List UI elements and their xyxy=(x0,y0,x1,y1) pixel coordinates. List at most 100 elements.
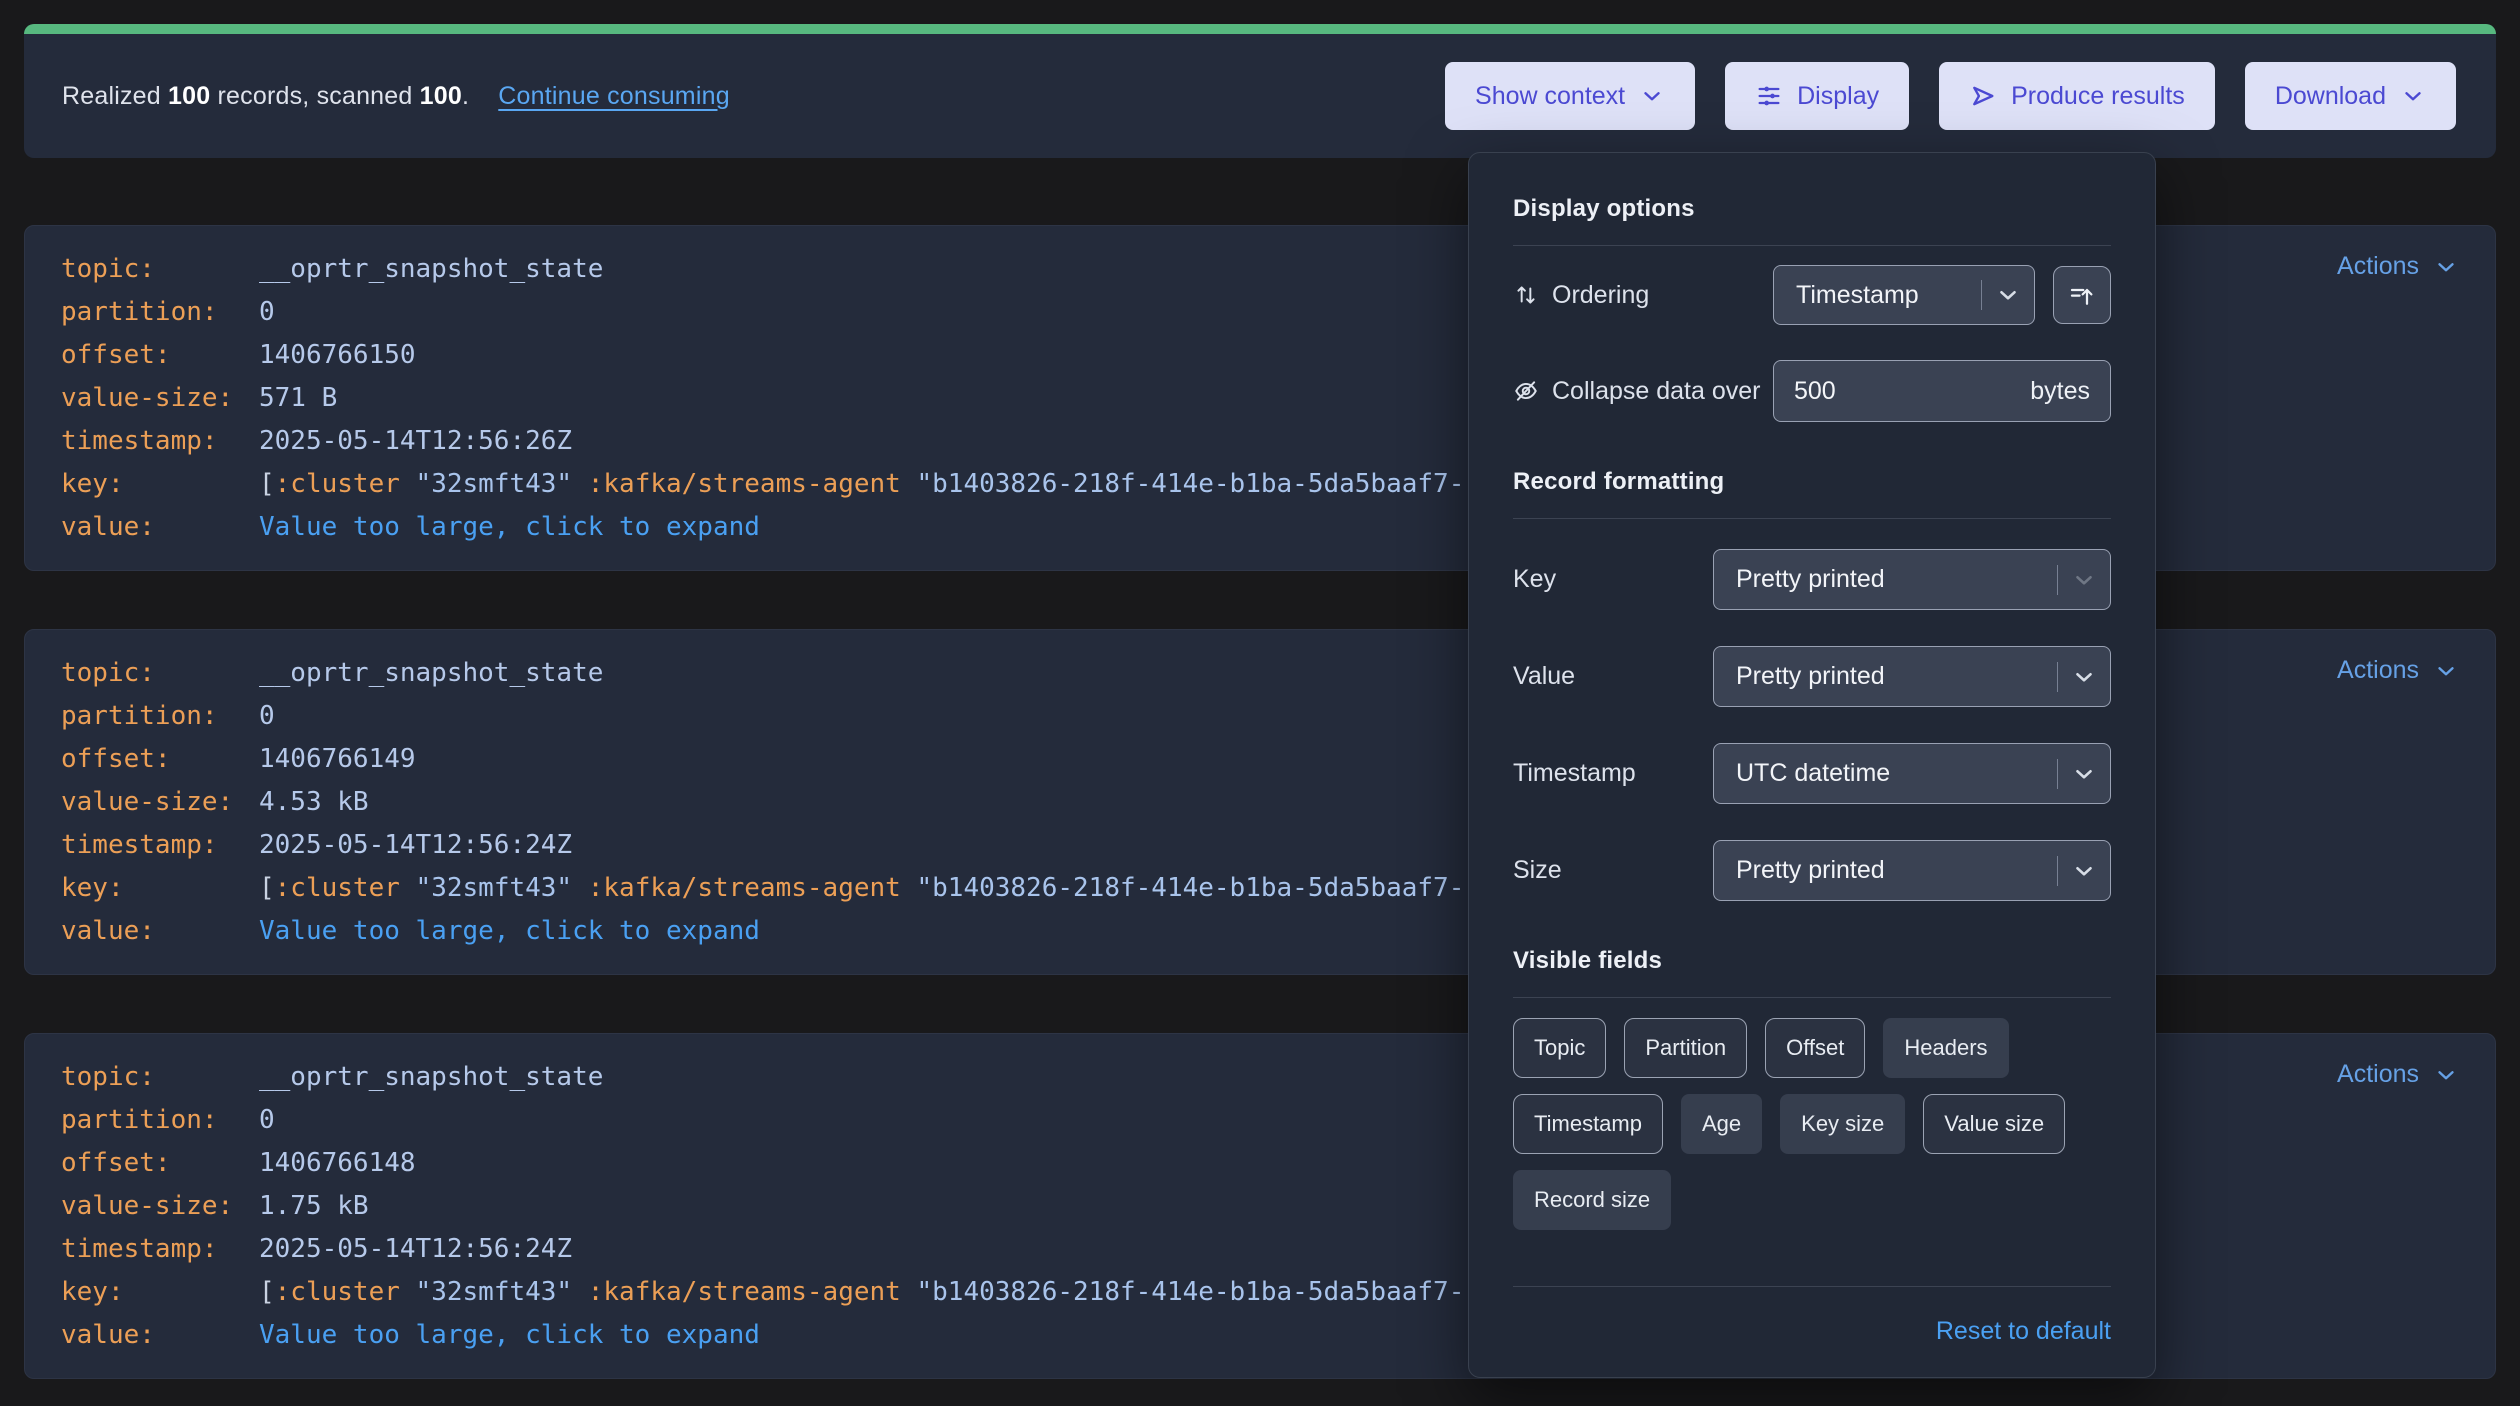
record-actions-label: Actions xyxy=(2337,1060,2419,1089)
value-size-field-label: value-size: xyxy=(61,1185,259,1228)
format-row: Timestamp UTC datetime xyxy=(1513,743,2111,804)
key-field-label: key: xyxy=(61,1271,259,1314)
divider xyxy=(1513,245,2111,246)
sort-arrows-icon xyxy=(1513,282,1539,308)
offset-field-value: 1406766150 xyxy=(259,340,416,370)
divider xyxy=(1513,518,2111,519)
key-field-value: [:cluster "32smft43" :kafka/streams-agen… xyxy=(259,873,1464,903)
display-label: Display xyxy=(1797,82,1879,111)
produce-results-button[interactable]: Produce results xyxy=(1939,62,2215,130)
format-row-label: Value xyxy=(1513,662,1575,691)
timestamp-field-value: 2025-05-14T12:56:24Z xyxy=(259,830,572,860)
record-actions-button[interactable]: Actions xyxy=(2337,252,2459,281)
topic-field-label: topic: xyxy=(61,1056,259,1099)
visible-field-chip[interactable]: Headers xyxy=(1883,1018,2008,1078)
value-size-field-value: 1.75 kB xyxy=(259,1191,369,1221)
continue-consuming-link[interactable]: Continue consuming xyxy=(498,82,730,110)
expand-value-link[interactable]: Value too large, click to expand xyxy=(259,1320,760,1350)
chevron-down-icon xyxy=(2433,658,2459,684)
key-field-label: key: xyxy=(61,867,259,910)
status-period: . xyxy=(462,82,469,110)
format-row: Value Pretty printed xyxy=(1513,646,2111,707)
record-actions-button[interactable]: Actions xyxy=(2337,656,2459,685)
format-select[interactable]: UTC datetime xyxy=(1713,743,2111,804)
collapse-row: Collapse data over bytes xyxy=(1513,360,2111,422)
key-syntax-part: :cluster xyxy=(275,873,400,903)
download-button[interactable]: Download xyxy=(2245,62,2456,130)
format-select[interactable]: Pretty printed xyxy=(1713,646,2111,707)
value-field-label: value: xyxy=(61,506,259,549)
topic-field-value: __oprtr_snapshot_state xyxy=(259,254,603,284)
chevron-down-icon xyxy=(1639,83,1665,109)
chevron-down-icon xyxy=(2433,1062,2459,1088)
value-size-field-value: 4.53 kB xyxy=(259,787,369,817)
toolbar-buttons: Show context Display Produce results Dow… xyxy=(1445,62,2456,130)
eye-off-icon xyxy=(1513,378,1539,404)
display-button[interactable]: Display xyxy=(1725,62,1909,130)
progress-complete-bar xyxy=(24,24,2496,34)
record-actions-label: Actions xyxy=(2337,252,2419,281)
partition-field-label: partition: xyxy=(61,1099,259,1142)
collapse-bytes-inputwrap: bytes xyxy=(1773,360,2111,422)
visible-field-chip[interactable]: Timestamp xyxy=(1513,1094,1663,1154)
chevron-down-icon xyxy=(2433,254,2459,280)
realized-count: 100 xyxy=(168,82,210,110)
status-prefix: Realized xyxy=(62,82,161,110)
collapse-bytes-unit: bytes xyxy=(2030,377,2090,406)
key-syntax-part: :cluster xyxy=(275,469,400,499)
visible-field-chip[interactable]: Offset xyxy=(1765,1018,1865,1078)
format-row: Key Pretty printed xyxy=(1513,549,2111,610)
key-field-label: key: xyxy=(61,463,259,506)
reset-row: Reset to default xyxy=(1513,1317,2111,1346)
key-syntax-part xyxy=(400,1277,416,1307)
visible-field-chip[interactable]: Record size xyxy=(1513,1170,1671,1230)
chevron-down-icon xyxy=(2071,761,2097,787)
chevron-down-icon xyxy=(2071,664,2097,690)
format-select[interactable]: Pretty printed xyxy=(1713,549,2111,610)
chevron-down-icon xyxy=(2400,83,2426,109)
visible-field-chip[interactable]: Key size xyxy=(1780,1094,1905,1154)
offset-field-value: 1406766148 xyxy=(259,1148,416,1178)
key-syntax-part xyxy=(572,873,588,903)
expand-value-link[interactable]: Value too large, click to expand xyxy=(259,916,760,946)
key-syntax-part: "32smft43" xyxy=(416,873,573,903)
value-size-field-value: 571 B xyxy=(259,383,337,413)
visible-field-chip[interactable]: Partition xyxy=(1624,1018,1747,1078)
key-syntax-part xyxy=(901,873,917,903)
visible-field-chip[interactable]: Value size xyxy=(1923,1094,2065,1154)
produce-send-icon xyxy=(1969,82,1997,110)
key-syntax-part: "b1403826-218f-414e-b1ba-5da5baaf7- xyxy=(916,1277,1464,1307)
value-field-label: value: xyxy=(61,1314,259,1357)
format-row-label: Key xyxy=(1513,565,1556,594)
key-syntax-part: [ xyxy=(259,873,275,903)
status-middle: records, scanned xyxy=(218,82,413,110)
topic-field-value: __oprtr_snapshot_state xyxy=(259,1062,603,1092)
offset-field-label: offset: xyxy=(61,738,259,781)
ordering-select[interactable]: Timestamp xyxy=(1773,265,2035,325)
visible-field-chip[interactable]: Age xyxy=(1681,1094,1762,1154)
sort-ascending-icon xyxy=(2067,280,2097,310)
visible-fields-chips: Topic Partition Offset Headers Timestamp… xyxy=(1513,1018,2117,1230)
sort-direction-button[interactable] xyxy=(2053,266,2111,324)
record-actions-label: Actions xyxy=(2337,656,2419,685)
expand-value-link[interactable]: Value too large, click to expand xyxy=(259,512,760,542)
reset-to-default-link[interactable]: Reset to default xyxy=(1936,1317,2111,1345)
format-selected-value: Pretty printed xyxy=(1714,662,2057,691)
ordering-label: Ordering xyxy=(1552,281,1649,310)
timestamp-field-label: timestamp: xyxy=(61,824,259,867)
show-context-button[interactable]: Show context xyxy=(1445,62,1695,130)
value-size-field-label: value-size: xyxy=(61,781,259,824)
format-select[interactable]: Pretty printed xyxy=(1713,840,2111,901)
key-syntax-part: [ xyxy=(259,1277,275,1307)
partition-field-label: partition: xyxy=(61,695,259,738)
key-syntax-part xyxy=(400,873,416,903)
format-selected-value: Pretty printed xyxy=(1714,565,2057,594)
partition-field-value: 0 xyxy=(259,297,275,327)
ordering-selected-value: Timestamp xyxy=(1774,281,1981,310)
timestamp-field-value: 2025-05-14T12:56:26Z xyxy=(259,426,572,456)
value-field-label: value: xyxy=(61,910,259,953)
record-actions-button[interactable]: Actions xyxy=(2337,1060,2459,1089)
topic-field-label: topic: xyxy=(61,652,259,695)
collapse-bytes-input[interactable] xyxy=(1794,377,2030,406)
visible-field-chip[interactable]: Topic xyxy=(1513,1018,1606,1078)
